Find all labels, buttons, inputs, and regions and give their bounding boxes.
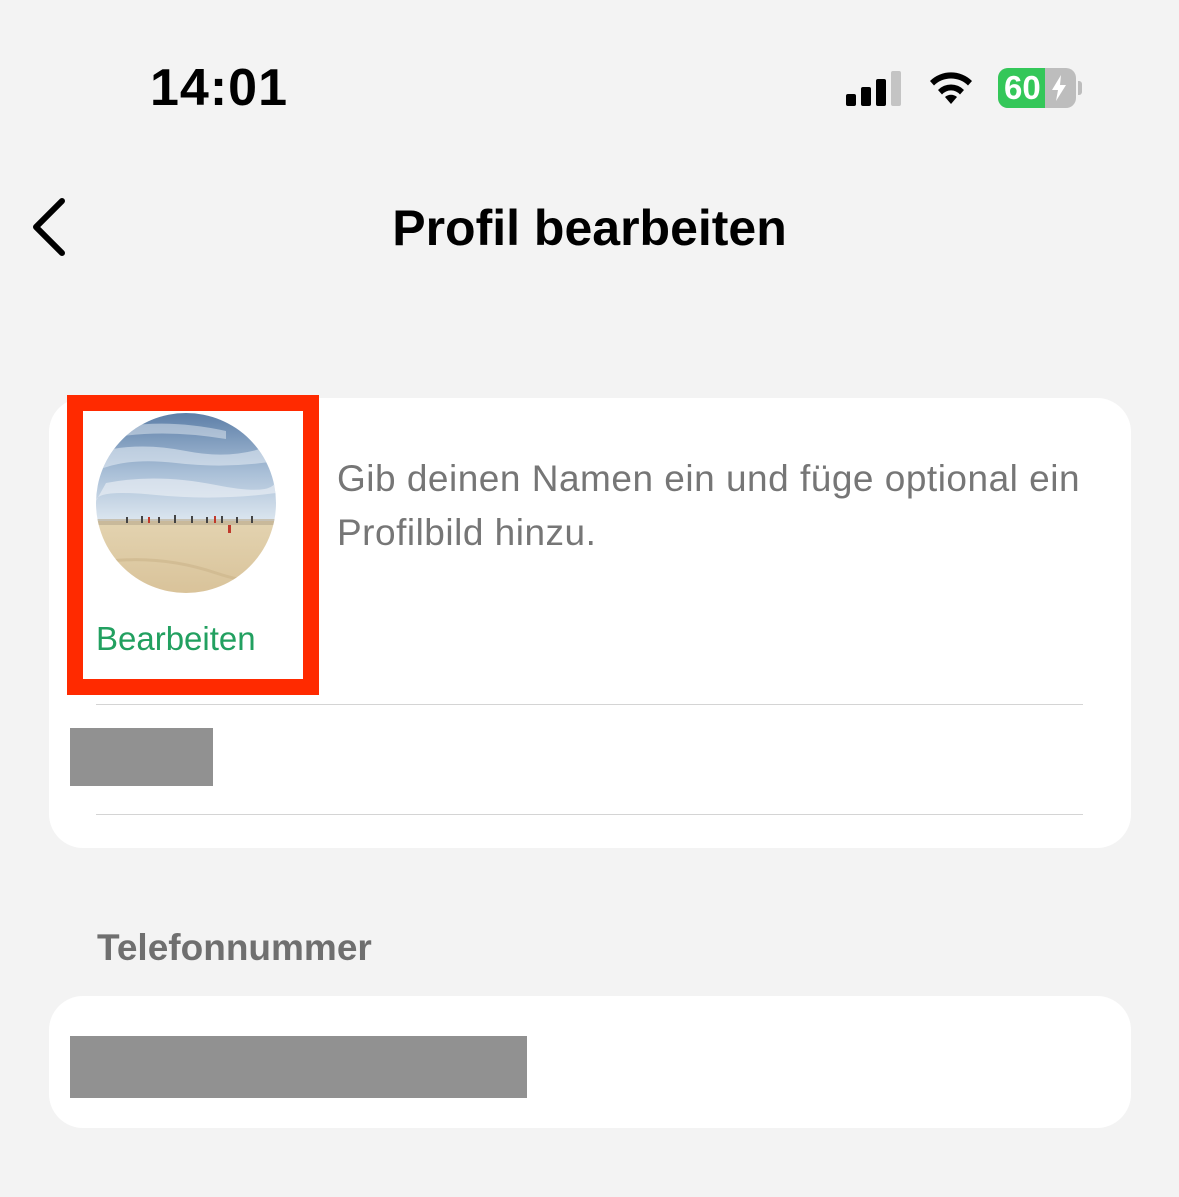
status-time: 14:01 <box>150 59 288 117</box>
avatar-image <box>96 413 276 593</box>
avatar-edit-button[interactable]: Bearbeiten <box>67 395 319 695</box>
avatar-edit-label[interactable]: Bearbeiten <box>96 619 256 659</box>
battery-level: 60 <box>1004 69 1041 106</box>
divider <box>96 704 1083 705</box>
phone-number-field[interactable] <box>70 1036 527 1098</box>
signal-icon <box>846 71 901 106</box>
avatar[interactable] <box>96 413 276 593</box>
divider <box>96 814 1083 815</box>
profile-hint-text: Gib deinen Namen ein und füge optional e… <box>337 458 1081 553</box>
battery-icon: 60 <box>998 68 1076 108</box>
status-icons: 60 <box>844 66 1084 110</box>
wifi-icon <box>930 72 972 104</box>
battery-cap <box>1078 81 1082 95</box>
charging-bolt-icon <box>1052 75 1066 101</box>
name-field[interactable] <box>70 728 213 786</box>
page-title: Profil bearbeiten <box>392 200 787 256</box>
phone-section-label: Telefonnummer <box>97 927 372 968</box>
